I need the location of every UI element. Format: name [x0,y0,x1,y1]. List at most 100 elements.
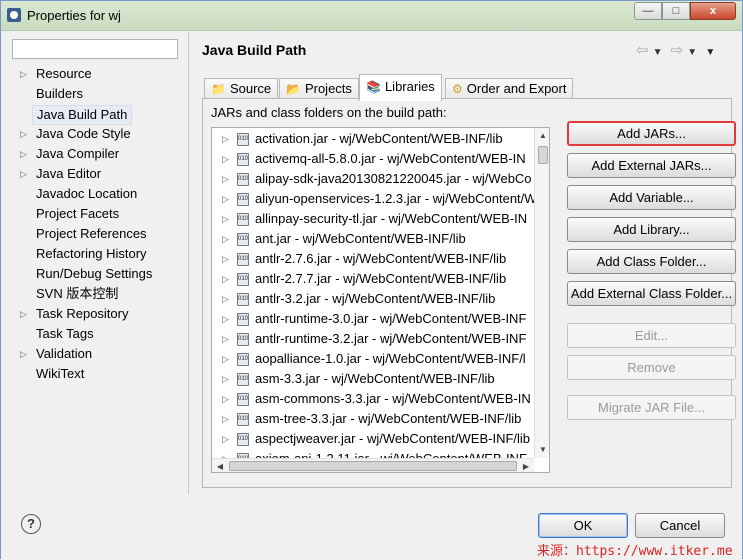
nav-item[interactable]: ▷ Resource [1,64,188,84]
expand-arrow-icon[interactable]: ▷ [222,149,229,169]
nav-item[interactable]: ▷ Validation [1,344,188,364]
library-row[interactable]: ▷ 010 antlr-runtime-3.2.jar - wj/WebConten… [212,329,534,349]
ok-button[interactable]: OK [538,513,628,538]
add-jars-button[interactable]: Add JARs... [567,121,736,146]
library-row-label: asm-tree-3.3.jar - wj/WebContent/WEB-INF… [255,411,522,426]
library-row-label: activation.jar - wj/WebContent/WEB-INF/l… [255,131,503,146]
add-external-class-folder-button[interactable]: Add External Class Folder... [567,281,736,306]
scroll-thumb[interactable] [538,146,548,164]
scroll-right-icon[interactable]: ▶ [518,459,534,472]
close-button[interactable]: x [690,2,736,20]
add-variable-button[interactable]: Add Variable... [567,185,736,210]
jar-icon: 010 [237,293,249,306]
expand-arrow-icon[interactable]: ▷ [222,429,229,449]
library-row[interactable]: ▷ 010 activation.jar - wj/WebContent/WEB-I… [212,129,534,149]
expand-arrow-icon[interactable]: ▷ [222,209,229,229]
tab-order-export[interactable]: ⚙ Order and Export [445,78,574,100]
expand-arrow-icon[interactable]: ▷ [222,269,229,289]
expand-arrow-icon[interactable]: ▷ [222,369,229,389]
nav-item[interactable]: SVN 版本控制 [1,284,188,304]
nav-item-label: Validation [36,346,93,361]
expand-arrow-icon[interactable]: ▷ [222,389,229,409]
nav-item[interactable]: ▷ Java Code Style [1,124,188,144]
window-title: Properties for wj [27,8,121,23]
migrate-jar-button[interactable]: Migrate JAR File... [567,395,736,420]
library-row[interactable]: ▷ 010 alipay-sdk-java20130821220045.jar - … [212,169,534,189]
nav-item[interactable]: Java Build Path [1,104,188,125]
expand-arrow-icon[interactable]: ▷ [222,229,229,249]
library-row[interactable]: ▷ 010 ant.jar - wj/WebContent/WEB-INF/lib [212,229,534,249]
scroll-left-icon[interactable]: ◀ [212,459,228,472]
library-row[interactable]: ▷ 010 antlr-2.7.6.jar - wj/WebContent/WEB-… [212,249,534,269]
libraries-list[interactable]: ▷ 010 activation.jar - wj/WebContent/WEB-I… [211,127,550,473]
cancel-button[interactable]: Cancel [635,513,725,538]
library-row[interactable]: ▷ 010 asm-commons-3.3.jar - wj/WebContent/… [212,389,534,409]
nav-item[interactable]: Project References [1,224,188,244]
library-row[interactable]: ▷ 010 antlr-runtime-3.0.jar - wj/WebConten… [212,309,534,329]
jar-icon: 010 [237,193,249,206]
tab-source[interactable]: 📁 Source [204,78,279,100]
nav-item[interactable]: ▷ Java Editor [1,164,188,184]
library-row[interactable]: ▷ 010 aopalliance-1.0.jar - wj/WebContent/… [212,349,534,369]
vertical-scrollbar[interactable]: ▲ ▼ [534,128,549,458]
add-class-folder-button[interactable]: Add Class Folder... [567,249,736,274]
horizontal-scrollbar[interactable]: ◀ ▶ [212,458,534,472]
expand-arrow-icon[interactable]: ▷ [222,349,229,369]
maximize-button[interactable]: □ [662,2,690,20]
edit-button[interactable]: Edit... [567,323,736,348]
scroll-up-icon[interactable]: ▲ [535,128,549,144]
nav-item[interactable]: Builders [1,84,188,104]
back-arrow-icon[interactable]: ⇦ [636,42,649,59]
hscroll-thumb[interactable] [229,461,517,471]
nav-item[interactable]: Project Facets [1,204,188,224]
tab-projects[interactable]: 📂 Projects [279,78,359,100]
nav-item[interactable]: Javadoc Location [1,184,188,204]
expand-arrow-icon[interactable]: ▷ [222,249,229,269]
help-icon[interactable]: ? [21,514,41,534]
projects-icon: 📂 [286,82,301,96]
forward-menu-icon[interactable]: ▼ [687,47,697,58]
view-menu-icon[interactable]: ▼ [705,47,715,58]
nav-item[interactable]: Refactoring History [1,244,188,264]
library-row[interactable]: ▷ 010 aspectjweaver.jar - wj/WebContent/WE… [212,429,534,449]
library-row[interactable]: ▷ 010 antlr-2.7.7.jar - wj/WebContent/WEB-… [212,269,534,289]
libraries-panel: JARs and class folders on the build path… [202,98,736,488]
tab-libraries[interactable]: 📚 Libraries [359,74,442,101]
jar-icon: 010 [237,233,249,246]
expand-arrow-icon[interactable]: ▷ [222,289,229,309]
library-row[interactable]: ▷ 010 activemq-all-5.8.0.jar - wj/WebConte… [212,149,534,169]
nav-item[interactable]: ▷ Task Repository [1,304,188,324]
add-library-button[interactable]: Add Library... [567,217,736,242]
expand-arrow-icon[interactable]: ▷ [222,329,229,349]
library-row-label: activemq-all-5.8.0.jar - wj/WebContent/W… [255,151,526,166]
scroll-down-icon[interactable]: ▼ [535,442,549,458]
library-row[interactable]: ▷ 010 asm-tree-3.3.jar - wj/WebContent/WEB… [212,409,534,429]
filter-input[interactable] [12,39,178,59]
expand-arrow-icon[interactable]: ▷ [20,164,27,184]
expand-arrow-icon[interactable]: ▷ [20,304,27,324]
nav-item[interactable]: Task Tags [1,324,188,344]
remove-button[interactable]: Remove [567,355,736,380]
library-row-label: antlr-2.7.6.jar - wj/WebContent/WEB-INF/… [255,251,507,266]
nav-item[interactable]: ▷ Java Compiler [1,144,188,164]
forward-arrow-icon[interactable]: ⇨ [671,42,684,59]
watermark: 来源：https://www.itker.me [537,544,733,559]
expand-arrow-icon[interactable]: ▷ [222,169,229,189]
add-external-jars-button[interactable]: Add External JARs... [567,153,736,178]
library-row[interactable]: ▷ 010 antlr-3.2.jar - wj/WebContent/WEB-IN… [212,289,534,309]
library-row[interactable]: ▷ 010 allinpay-security-tl.jar - wj/WebCon… [212,209,534,229]
expand-arrow-icon[interactable]: ▷ [20,144,27,164]
expand-arrow-icon[interactable]: ▷ [20,64,27,84]
expand-arrow-icon[interactable]: ▷ [222,309,229,329]
expand-arrow-icon[interactable]: ▷ [222,129,229,149]
library-row[interactable]: ▷ 010 aliyun-openservices-1.2.3.jar - wj/W… [212,189,534,209]
nav-item[interactable]: Run/Debug Settings [1,264,188,284]
expand-arrow-icon[interactable]: ▷ [222,189,229,209]
back-menu-icon[interactable]: ▼ [653,47,663,58]
minimize-button[interactable]: — [634,2,662,20]
expand-arrow-icon[interactable]: ▷ [20,344,27,364]
library-row[interactable]: ▷ 010 asm-3.3.jar - wj/WebContent/WEB-INF/… [212,369,534,389]
expand-arrow-icon[interactable]: ▷ [222,409,229,429]
expand-arrow-icon[interactable]: ▷ [20,124,27,144]
nav-item[interactable]: WikiText [1,364,188,384]
